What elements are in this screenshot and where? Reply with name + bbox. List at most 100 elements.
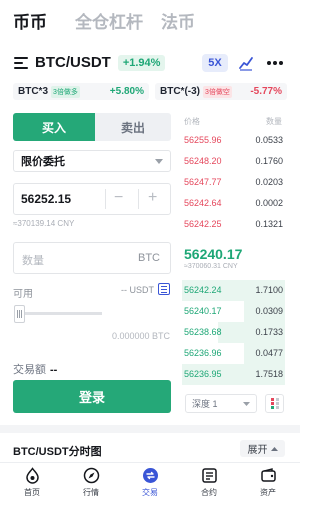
- sell-tab[interactable]: 卖出: [95, 113, 171, 141]
- bid-price: 56236.95: [184, 369, 222, 379]
- available-label: 可用: [13, 289, 33, 300]
- nav-label: 行情: [83, 488, 99, 497]
- bid-qty: 0.1733: [255, 327, 283, 337]
- etf-card-short[interactable]: BTC*(-3) 3倍做空 -5.77%: [155, 83, 287, 100]
- home-icon: [25, 467, 39, 484]
- caret-up-icon: [270, 446, 278, 451]
- stepper-divider: [105, 189, 106, 209]
- amount-slider-handle[interactable]: [14, 305, 25, 323]
- tab-cross-margin[interactable]: 全仓杠杆: [75, 8, 143, 33]
- kline-chart-icon[interactable]: [238, 55, 254, 71]
- bid-row[interactable]: 56236.95 1.7518: [182, 364, 285, 385]
- change-badge: +1.94%: [117, 54, 166, 71]
- market-icon: [83, 467, 99, 484]
- trade-icon: [142, 468, 158, 483]
- nav-label: 合约: [201, 488, 217, 497]
- last-price-cny: ≈370060.31 CNY: [184, 263, 238, 270]
- nav-label: 首页: [24, 488, 40, 497]
- price-value[interactable]: 56252.15: [21, 192, 71, 206]
- bottom-nav: 首页 行情 交易 合约 资产: [0, 462, 300, 508]
- etf-name: BTC*3: [18, 86, 49, 97]
- bid-row[interactable]: 56242.24 1.7100: [182, 280, 285, 301]
- bid-qty: 0.0309: [255, 306, 283, 316]
- quantity-unit: BTC: [138, 252, 160, 264]
- caret-down-icon: [243, 401, 250, 406]
- price-cny: ≈370139.14 CNY: [13, 219, 75, 228]
- ask-qty: 0.0533: [255, 135, 283, 145]
- nav-label: 资产: [260, 488, 276, 497]
- bid-price: 56240.17: [184, 306, 222, 316]
- wallet-icon: [260, 468, 276, 482]
- ask-row[interactable]: 56255.96 0.0533: [182, 130, 285, 151]
- etf-tag: 3倍做多: [51, 85, 80, 98]
- pair-name: BTC/USDT: [35, 54, 111, 71]
- nav-item-assets[interactable]: 资产: [243, 467, 293, 498]
- etf-card-long[interactable]: BTC*3 3倍做多 +5.80%: [13, 83, 149, 100]
- bid-row[interactable]: 56236.96 0.0477: [182, 343, 285, 364]
- ask-row[interactable]: 56247.77 0.0203: [182, 172, 285, 193]
- ask-qty: 0.0002: [255, 198, 283, 208]
- quantity-placeholder: 数量: [22, 255, 44, 267]
- etf-change: +5.80%: [109, 86, 144, 97]
- menu-icon[interactable]: [14, 56, 28, 69]
- bid-qty: 0.0477: [255, 348, 283, 358]
- ask-qty: 0.1321: [255, 219, 283, 229]
- orderbook-price-header: 价格: [184, 117, 200, 126]
- tab-spot[interactable]: 币币: [13, 8, 47, 33]
- bid-row[interactable]: 56240.17 0.0309: [182, 301, 285, 322]
- depth-select[interactable]: 深度 1: [185, 394, 257, 413]
- leverage-badge[interactable]: 5X: [202, 54, 228, 72]
- amount-slider-track[interactable]: [25, 312, 102, 315]
- chart-section-title: BTC/USDT分时图: [13, 446, 102, 458]
- nav-item-market[interactable]: 行情: [66, 467, 116, 498]
- section-divider: [0, 425, 300, 433]
- more-icon[interactable]: [266, 60, 284, 66]
- buy-tab[interactable]: 买入: [13, 113, 95, 141]
- ask-qty: 0.0203: [255, 177, 283, 187]
- slider-value: 0.000000 BTC: [112, 331, 171, 341]
- tab-fiat[interactable]: 法币: [161, 8, 195, 33]
- ask-row[interactable]: 56248.20 0.1760: [182, 151, 285, 172]
- etf-change: -5.77%: [250, 86, 282, 97]
- ask-price: 56242.25: [184, 219, 222, 229]
- contract-icon: [201, 468, 217, 483]
- trade-amount-value: --: [50, 364, 58, 376]
- bid-price: 56242.24: [184, 285, 222, 295]
- ask-price: 56247.77: [184, 177, 222, 187]
- available-value: -- USDT: [121, 285, 154, 295]
- etf-tag: 3倍做空: [203, 85, 232, 98]
- trade-amount-label: 交易额: [13, 364, 46, 376]
- transfer-icon[interactable]: [158, 283, 170, 295]
- caret-down-icon: [155, 158, 163, 164]
- pair-selector[interactable]: BTC/USDT +1.94%: [14, 54, 166, 71]
- order-type-select[interactable]: 限价委托: [13, 150, 171, 172]
- bid-qty: 1.7518: [255, 369, 283, 379]
- ask-price: 56255.96: [184, 135, 222, 145]
- last-price: 56240.17: [184, 246, 243, 262]
- orderbook-layout-icon[interactable]: [265, 394, 284, 413]
- bid-row[interactable]: 56238.68 0.1733: [182, 322, 285, 343]
- nav-label: 交易: [142, 488, 158, 497]
- nav-item-trade[interactable]: 交易: [125, 467, 175, 498]
- increase-price-button[interactable]: +: [148, 190, 157, 206]
- depth-label: 深度 1: [192, 399, 218, 409]
- bid-price: 56236.96: [184, 348, 222, 358]
- ask-price: 56248.20: [184, 156, 222, 166]
- expand-label: 展开: [247, 445, 268, 456]
- bid-qty: 1.7100: [255, 285, 283, 295]
- stepper-divider: [138, 189, 139, 209]
- ask-row[interactable]: 56242.64 0.0002: [182, 193, 285, 214]
- trade-amount: 交易额 --: [13, 361, 57, 377]
- ask-qty: 0.1760: [255, 156, 283, 166]
- ask-row[interactable]: 56242.25 0.1321: [182, 214, 285, 235]
- orderbook-qty-header: 数量: [266, 117, 282, 126]
- etf-name: BTC*(-3): [160, 86, 200, 97]
- bid-price: 56238.68: [184, 327, 222, 337]
- ask-price: 56242.64: [184, 198, 222, 208]
- decrease-price-button[interactable]: −: [114, 190, 123, 206]
- login-button[interactable]: 登录: [13, 380, 171, 413]
- order-type-label: 限价委托: [21, 156, 65, 168]
- nav-item-contract[interactable]: 合约: [184, 467, 234, 498]
- expand-chart-button[interactable]: 展开: [240, 440, 285, 457]
- nav-item-home[interactable]: 首页: [7, 467, 57, 498]
